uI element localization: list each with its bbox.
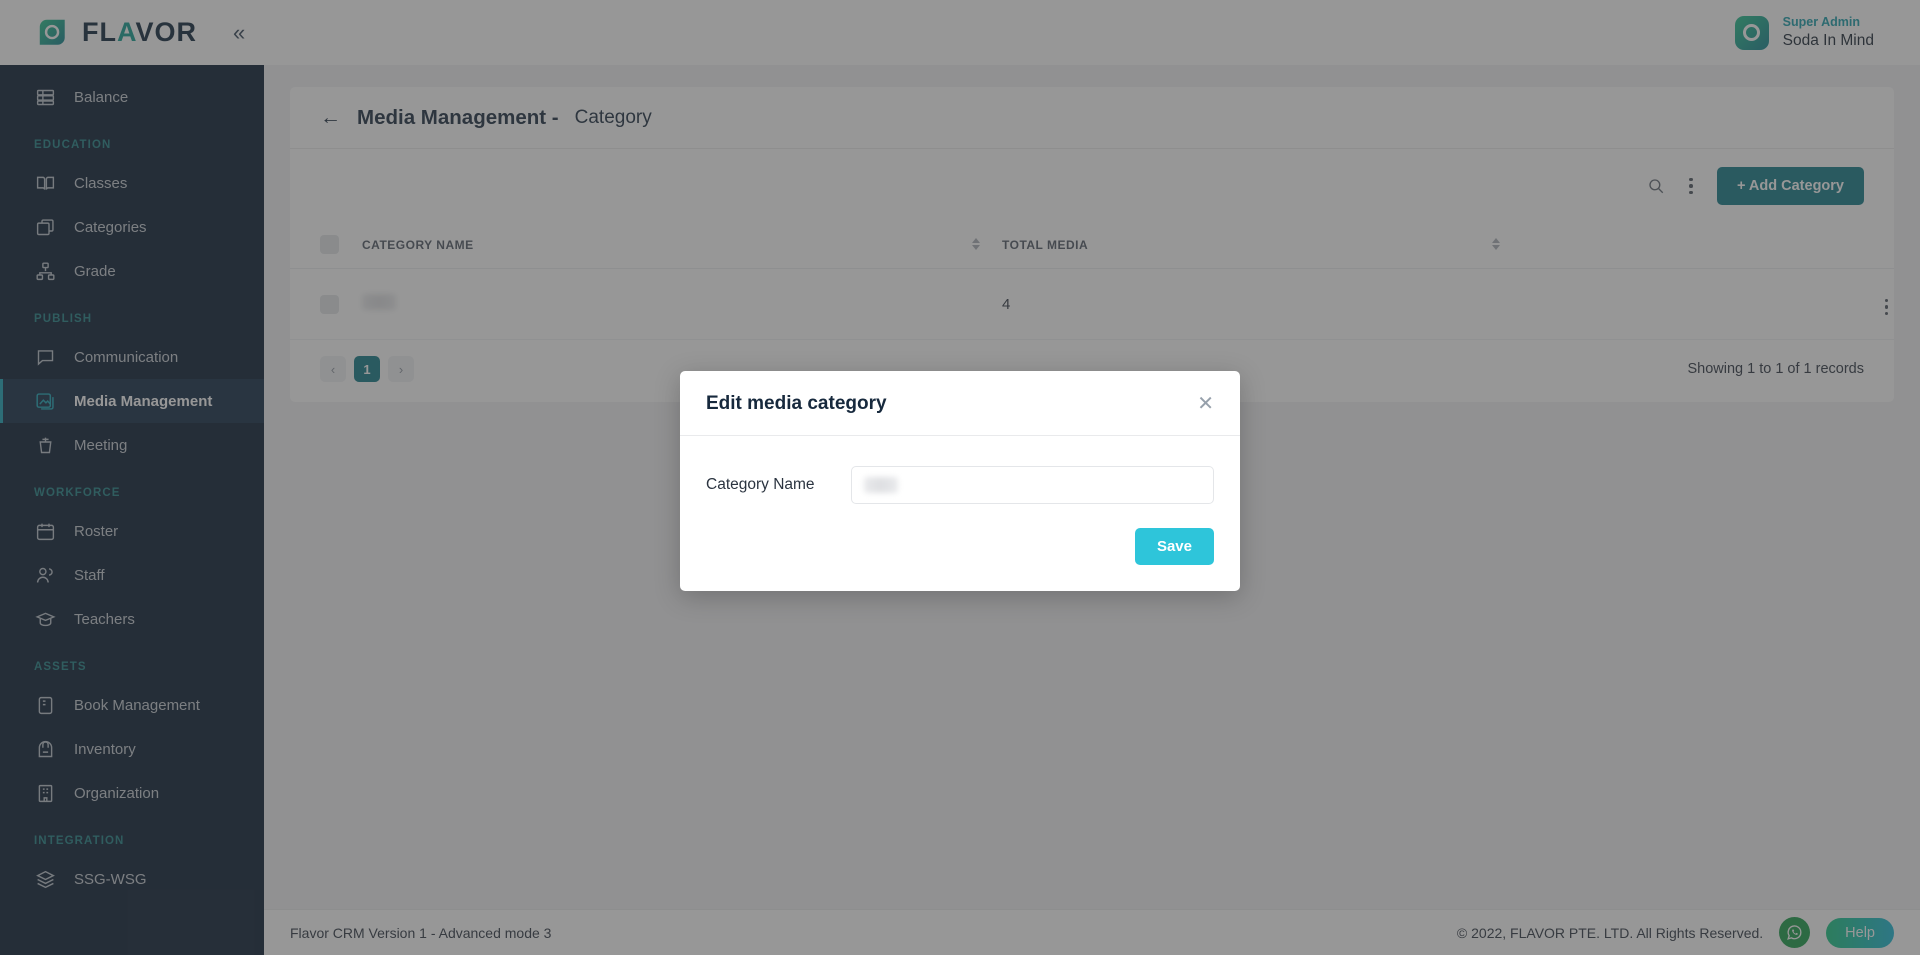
save-button[interactable]: Save xyxy=(1134,528,1214,565)
modal-title: Edit media category xyxy=(706,393,887,414)
modal-header: Edit media category ✕ xyxy=(680,371,1240,436)
modal-footer: Save xyxy=(680,514,1240,591)
category-name-label: Category Name xyxy=(706,476,815,493)
category-name-input[interactable] xyxy=(851,466,1214,504)
modal-body: Category Name xyxy=(680,436,1240,514)
edit-media-category-modal: Edit media category ✕ Category Name Save xyxy=(680,371,1240,591)
redacted-value xyxy=(864,477,898,493)
close-icon[interactable]: ✕ xyxy=(1197,394,1214,414)
